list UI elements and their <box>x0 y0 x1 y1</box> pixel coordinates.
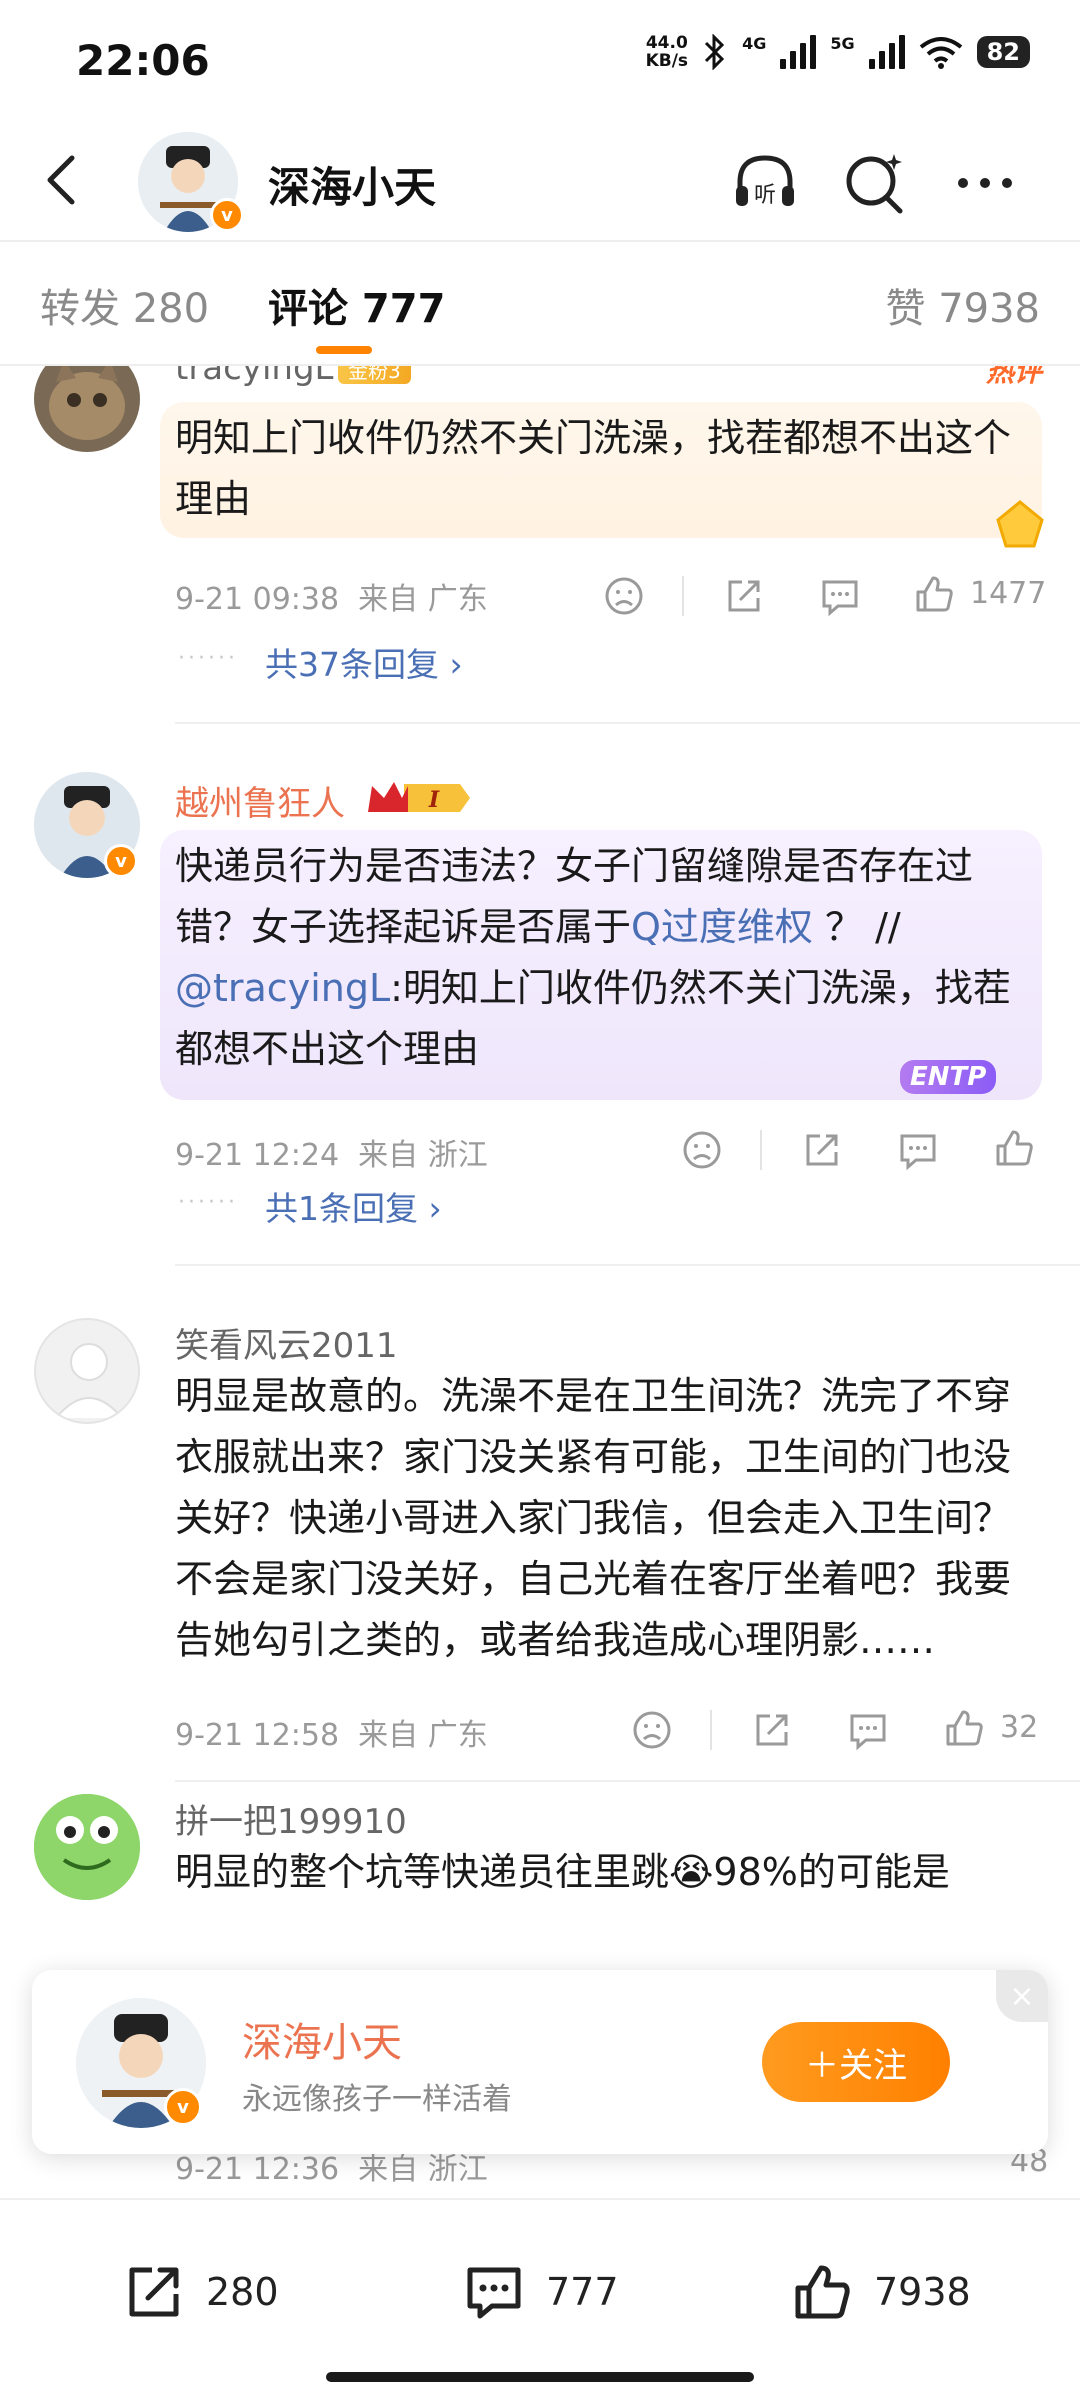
close-icon[interactable]: × <box>996 1970 1048 2022</box>
like-count: 1477 <box>970 576 1047 611</box>
like-icon[interactable] <box>912 572 956 616</box>
comment-location: 来自 浙江 <box>358 2152 488 2186</box>
follow-card-bio: 永远像孩子一样活着 <box>242 2082 512 2117</box>
tab-comments[interactable]: 评论 777 <box>268 276 445 334</box>
tab-bar: 转发 280 评论 777 赞 7938 <box>0 246 1080 364</box>
verified-badge: v <box>210 198 244 232</box>
verified-badge: v <box>164 2088 202 2126</box>
more-icon[interactable] <box>950 148 1020 218</box>
search-icon[interactable] <box>840 148 910 218</box>
reply-lead-dots: ······ <box>178 1190 238 1215</box>
like-icon[interactable] <box>942 1706 986 1750</box>
repost-button[interactable]: 280 <box>122 2260 279 2324</box>
mention-link[interactable]: @tracyingL <box>175 966 390 1010</box>
dislike-icon[interactable] <box>602 574 646 618</box>
comment-time: 9-21 12:36 <box>175 2152 340 2186</box>
comment-icon[interactable] <box>846 1708 890 1752</box>
comment-avatar[interactable] <box>34 366 140 452</box>
dislike-icon[interactable] <box>680 1128 724 1172</box>
comment-text: 明显的整个坑等快递员往里跳😭98%的可能是 <box>175 1850 950 1894</box>
tab-active-indicator <box>316 346 372 354</box>
status-bar: 22:06 44.0 KB/s 4G 5G 82 <box>0 0 1080 120</box>
comment-location: 来自 广东 <box>358 582 488 617</box>
comment-separator <box>175 1264 1080 1266</box>
action-separator <box>710 1710 712 1750</box>
share-icon[interactable] <box>722 574 766 618</box>
like-icon[interactable] <box>992 1126 1036 1170</box>
repost-icon <box>129 2267 179 2317</box>
tab-likes[interactable]: 赞 7938 <box>885 276 1040 334</box>
like-button[interactable]: 7938 <box>790 2260 971 2324</box>
comment-item: tracyingL 金粉3 热评 明知上门收件仍然不关门洗澡，找茬都想不出这个理… <box>0 366 1080 766</box>
dislike-icon[interactable] <box>630 1708 674 1752</box>
comment-avatar[interactable] <box>34 1318 140 1424</box>
comment-bubble-icon <box>467 2267 521 2319</box>
network-type-4g: 4G <box>742 34 767 53</box>
network-type-5g: 5G <box>830 34 855 53</box>
comment-meta: 9-21 12:24 来自 浙江 <box>175 1130 488 1174</box>
action-separator <box>682 576 684 616</box>
header-divider <box>0 240 1080 242</box>
comment-text: 明知上门收件仍然不关门洗澡，找茬都想不出这个理由 <box>175 416 1012 521</box>
vip-crown-badge: I <box>368 782 470 813</box>
thumbs-up-icon <box>795 2265 850 2319</box>
comment-username[interactable]: 拼一把199910 <box>175 1794 407 1843</box>
comment-item: v 越州鲁狂人 I ENTP 快递员行为是否违法？女子门留缝隙是否存在过错？女子… <box>0 772 1080 1312</box>
share-icon[interactable] <box>750 1708 794 1752</box>
comment-count: 777 <box>546 2270 619 2314</box>
comment-location: 来自 浙江 <box>358 1138 488 1173</box>
svg-text:听: 听 <box>754 183 776 208</box>
wifi-icon <box>919 37 962 69</box>
share-icon[interactable] <box>800 1128 844 1172</box>
comment-icon[interactable] <box>818 574 862 618</box>
follow-card-name[interactable]: 深海小天 <box>242 2010 402 2068</box>
bluetooth-icon <box>705 34 725 70</box>
comment-item: 笑看风云2011 明显是故意的。洗澡不是在卫生间洗？洗完了不穿衣服就出来？家门没… <box>0 1318 1080 1788</box>
comment-text: 快递员行为是否违法？女子门留缝隙是否存在过错？女子选择起诉是否属于Q过度维权 ？… <box>175 844 1011 1071</box>
signal-icon <box>780 35 817 69</box>
view-replies-link[interactable]: 共1条回复 › <box>265 1182 442 1230</box>
verified-badge: v <box>104 844 138 878</box>
like-count: 32 <box>1000 1710 1039 1745</box>
back-icon[interactable] <box>34 150 94 210</box>
comment-icon[interactable] <box>896 1128 940 1172</box>
comment-location: 来自 广东 <box>358 1718 488 1753</box>
like-total: 7938 <box>874 2270 971 2314</box>
hot-comment-tag: 热评 <box>985 366 1042 388</box>
topic-link[interactable]: Q过度维权 <box>631 905 813 949</box>
comment-time: 9-21 12:24 <box>175 1138 340 1173</box>
battery-indicator: 82 <box>976 36 1030 68</box>
status-indicators: 44.0 KB/s 4G 5G 82 <box>646 34 1030 70</box>
comment-username[interactable]: 笑看风云2011 <box>175 1318 398 1367</box>
comment-avatar[interactable] <box>34 1794 140 1900</box>
follow-button[interactable]: ＋关注 <box>762 2022 950 2102</box>
comment-meta: 9-21 12:58 来自 广东 <box>175 1710 488 1754</box>
reply-lead-dots: ······ <box>178 646 238 671</box>
comment-username[interactable]: tracyingL <box>175 366 333 388</box>
repost-count: 280 <box>206 2270 279 2314</box>
comment-feed[interactable]: tracyingL 金粉3 热评 明知上门收件仍然不关门洗澡，找茬都想不出这个理… <box>0 366 1080 2186</box>
follow-card: v 深海小天 永远像孩子一样活着 ＋关注 × <box>32 1970 1048 2154</box>
home-indicator[interactable] <box>326 2372 754 2382</box>
comment-meta: 9-21 09:38 来自 广东 <box>175 574 488 618</box>
view-replies-link[interactable]: 共37条回复 › <box>265 638 463 686</box>
svg-text:I: I <box>428 787 440 813</box>
fan-badge: 金粉3 <box>338 366 411 384</box>
comment-separator <box>175 722 1080 724</box>
status-time: 22:06 <box>76 36 210 85</box>
post-header: v 深海小天 听 <box>0 128 1080 238</box>
comment-button[interactable]: 777 <box>462 2260 619 2324</box>
comment-separator <box>175 1780 1080 1782</box>
comment-text: 明显是故意的。洗澡不是在卫生间洗？洗完了不穿衣服就出来？家门没关紧有可能，卫生间… <box>175 1374 1012 1662</box>
action-separator <box>760 1130 762 1170</box>
listen-icon[interactable]: 听 <box>730 148 800 218</box>
author-name[interactable]: 深海小天 <box>268 154 436 215</box>
comment-time: 9-21 09:38 <box>175 582 340 617</box>
signal-icon-2 <box>868 35 905 69</box>
network-speed: 44.0 KB/s <box>645 33 689 71</box>
comment-time: 9-21 12:58 <box>175 1718 340 1753</box>
tab-repost[interactable]: 转发 280 <box>40 276 209 334</box>
comment-username[interactable]: 越州鲁狂人 <box>175 776 345 825</box>
bottom-action-bar: 280 777 7938 <box>0 2198 1080 2400</box>
